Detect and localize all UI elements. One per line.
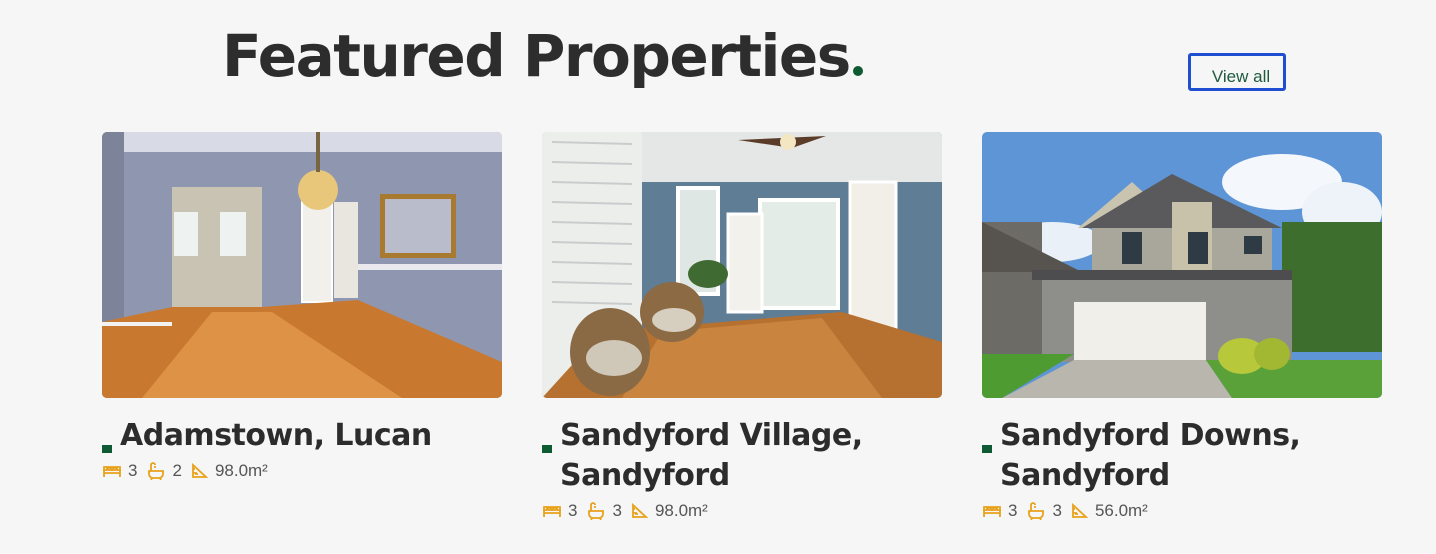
baths-count: 3: [1052, 501, 1062, 520]
section-title-text: Featured Properties: [222, 22, 851, 90]
property-photo-sunroom[interactable]: [542, 132, 942, 398]
bed-icon: [103, 466, 121, 477]
title-marker: [102, 445, 112, 453]
beds-count: 3: [128, 461, 138, 480]
property-card[interactable]: Sandyford Village, Sandyford 3 3 98.0m²: [542, 132, 942, 524]
section-title: Featured Properties: [222, 18, 863, 94]
property-card[interactable]: Sandyford Downs, Sandyford 3 3 56.0m²: [982, 132, 1382, 524]
title-accent-dot: [852, 66, 863, 76]
baths-count: 2: [172, 461, 182, 480]
property-meta: 3 3 56.0m²: [982, 498, 1382, 524]
property-meta: 3 3 98.0m²: [542, 498, 942, 524]
property-title[interactable]: Sandyford Downs, Sandyford: [1000, 416, 1382, 496]
area-ruler-icon: [192, 463, 209, 478]
area-ruler-icon: [632, 503, 649, 518]
bath-icon: [148, 462, 165, 480]
property-card[interactable]: Adamstown, Lucan 3 2 98.0m²: [102, 132, 502, 484]
property-photo-house-exterior[interactable]: [982, 132, 1382, 398]
bed-icon: [543, 506, 561, 517]
view-all-button[interactable]: View all: [1188, 53, 1286, 91]
title-marker: [542, 445, 552, 453]
title-marker: [982, 445, 992, 453]
property-meta: 3 2 98.0m²: [102, 458, 502, 484]
bath-icon: [588, 502, 605, 520]
property-title[interactable]: Adamstown, Lucan: [120, 416, 432, 456]
bed-icon: [983, 506, 1001, 517]
beds-count: 3: [568, 501, 578, 520]
area-value: 98.0m²: [654, 501, 708, 520]
beds-count: 3: [1008, 501, 1018, 520]
baths-count: 3: [612, 501, 622, 520]
area-value: 98.0m²: [214, 461, 268, 480]
property-photo-dining-room[interactable]: [102, 132, 502, 398]
bath-icon: [1028, 502, 1045, 520]
area-value: 56.0m²: [1094, 501, 1148, 520]
property-title[interactable]: Sandyford Village, Sandyford: [560, 416, 942, 496]
area-ruler-icon: [1072, 503, 1089, 518]
